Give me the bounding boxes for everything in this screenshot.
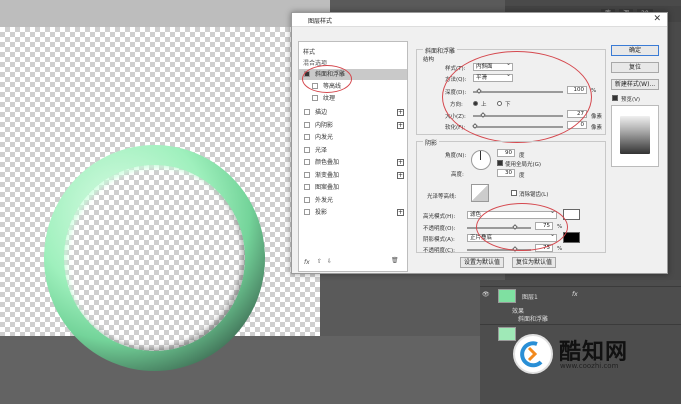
style-item-label: 内阴影: [315, 121, 334, 129]
watermark-logo: [513, 334, 553, 374]
layer-style-dialog: 图层样式 ✕ 样式 混合选项 斜面和浮雕 等高线 纹理 描边 + 内阴影 + 内发光 光泽 颜色叠…: [291, 12, 668, 274]
make-default-button[interactable]: 设置为默认值: [460, 257, 504, 268]
layer-name: 图层1: [522, 294, 538, 301]
style-checkbox[interactable]: [304, 209, 310, 215]
altitude-unit: 度: [519, 173, 525, 179]
annotation-ellipse-bevel: [442, 51, 592, 143]
style-item-label: 光泽: [315, 146, 328, 154]
reset-button[interactable]: 复位: [611, 62, 659, 73]
close-icon[interactable]: ✕: [653, 14, 661, 24]
move-up-icon[interactable]: ⇧: [317, 258, 322, 265]
style-list-item[interactable]: 投影 +: [299, 207, 407, 218]
gloss-contour-label: 光泽等高线:: [427, 194, 457, 200]
watermark-url: www.coozhi.com: [560, 362, 619, 370]
style-checkbox[interactable]: [304, 184, 310, 190]
dialog-title: 图层样式: [308, 18, 333, 25]
fx-menu-icon[interactable]: fx: [304, 259, 310, 266]
list-footer: fx ⇧ ⇩ 🗑: [299, 257, 407, 271]
dialog-titlebar: 图层样式 ✕: [292, 13, 667, 27]
style-item-label: 图案叠加: [315, 184, 340, 191]
shading-section-title: 阴影: [423, 138, 440, 147]
highlight-opacity-label: 不透明度(O):: [423, 226, 456, 232]
add-effect-icon[interactable]: +: [397, 209, 404, 216]
gloss-contour-picker[interactable]: [471, 184, 489, 202]
style-checkbox[interactable]: [304, 196, 310, 203]
global-light-checkbox[interactable]: [497, 160, 503, 166]
preview-thumbnail: [620, 116, 650, 154]
style-checkbox[interactable]: [312, 95, 318, 101]
shadow-opacity-unit: %: [557, 246, 563, 252]
styles-header[interactable]: 样式: [299, 47, 407, 58]
green-ring-artwork: [44, 145, 265, 371]
style-item-label: 描边: [315, 109, 328, 116]
watermark-logo-icon: [520, 341, 543, 368]
style-list-item[interactable]: 描边 +: [299, 107, 407, 118]
style-list-item[interactable]: 内阴影 +: [299, 120, 407, 131]
add-effect-icon[interactable]: +: [397, 121, 404, 129]
style-checkbox[interactable]: [304, 109, 310, 115]
antialias-checkbox[interactable]: [511, 190, 517, 196]
canvas-top-strip: [0, 0, 330, 30]
style-checkbox[interactable]: [304, 171, 310, 178]
style-item-label: 投影: [315, 209, 328, 216]
bevel-section-title: 斜面和浮雕: [423, 46, 458, 55]
watermark: 酷知网 www.coozhi.com: [513, 328, 673, 398]
style-checkbox[interactable]: [304, 121, 310, 128]
altitude-label: 高度:: [451, 172, 464, 178]
fx-icon[interactable]: fx: [572, 291, 578, 298]
angle-dial[interactable]: [471, 150, 491, 170]
size-unit: 像素: [591, 114, 603, 120]
annotation-ellipse-list: [302, 65, 352, 93]
style-item-label: 颜色叠加: [315, 159, 340, 166]
style-list-item[interactable]: 光泽: [299, 145, 407, 156]
angle-label: 角度(N):: [445, 153, 467, 159]
style-preview: [611, 105, 659, 167]
style-list-item[interactable]: 内发光: [299, 132, 407, 143]
antialias-label: 消除锯齿(L): [519, 192, 549, 198]
style-item-label: 内发光: [315, 134, 334, 141]
add-effect-icon[interactable]: +: [397, 159, 404, 166]
ok-button[interactable]: 确定: [611, 45, 659, 56]
annotation-ellipse-shadow: [476, 203, 568, 251]
shadow-opacity-label: 不透明度(C):: [423, 248, 455, 254]
move-down-icon[interactable]: ⇩: [327, 258, 332, 265]
eye-icon[interactable]: 👁: [482, 291, 490, 298]
new-style-button[interactable]: 新建样式(W)...: [611, 79, 659, 90]
global-light-label: 使用全局光(G): [505, 162, 542, 168]
style-checkbox[interactable]: [304, 134, 310, 140]
altitude-input[interactable]: 30: [497, 169, 515, 177]
reset-default-button[interactable]: 复位为默认值: [512, 257, 556, 268]
add-effect-icon[interactable]: +: [397, 109, 404, 116]
style-checkbox[interactable]: [304, 159, 310, 165]
style-list-item[interactable]: 纹理: [299, 93, 407, 104]
canvas-bottom-area: [0, 336, 480, 404]
angle-dial-needle: [480, 151, 481, 160]
style-item-label: 纹理: [323, 95, 336, 102]
effect-item: 斜面和浮雕: [518, 316, 549, 323]
highlight-mode-label: 高光模式(H):: [423, 214, 456, 220]
layer-thumbnail: [498, 289, 516, 303]
angle-unit: 度: [519, 153, 525, 159]
style-list-item[interactable]: 图案叠加: [299, 182, 407, 193]
add-effect-icon[interactable]: +: [397, 171, 404, 179]
preview-label: 预览(V): [621, 97, 641, 103]
preview-checkbox[interactable]: [612, 95, 618, 101]
style-item-label: 外发光: [315, 196, 334, 204]
style-list-item[interactable]: 外发光: [299, 195, 407, 206]
soften-unit: 像素: [591, 125, 603, 131]
style-item-label: 渐变叠加: [315, 171, 340, 179]
style-list-item[interactable]: 颜色叠加 +: [299, 157, 407, 168]
style-list-item[interactable]: 渐变叠加 +: [299, 170, 407, 181]
structure-label: 结构: [423, 57, 435, 63]
shadow-mode-label: 阴影模式(A):: [423, 237, 455, 243]
trash-icon[interactable]: 🗑: [391, 257, 399, 264]
effects-row[interactable]: 效果 斜面和浮雕: [480, 304, 681, 323]
layer-row[interactable]: 👁 图层1 fx: [480, 286, 681, 304]
style-checkbox[interactable]: [304, 146, 310, 153]
ring-hole: [64, 165, 245, 351]
angle-input[interactable]: 90: [497, 149, 515, 157]
